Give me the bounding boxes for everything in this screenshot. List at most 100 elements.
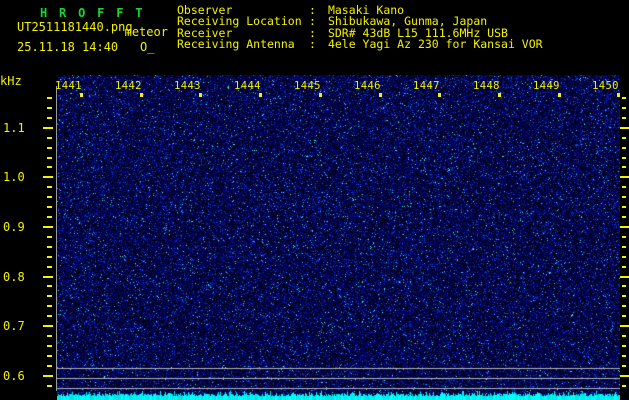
- freq-minor-tick-left: [47, 157, 52, 159]
- time-tick-label: 1444: [234, 80, 261, 92]
- freq-minor-tick-left: [47, 166, 52, 168]
- freq-minor-tick-right: [622, 236, 626, 238]
- app-title: H R O F F T: [40, 6, 145, 20]
- freq-minor-tick-left: [47, 295, 52, 297]
- datetime-label: 25.11.18 14:40: [17, 40, 119, 54]
- freq-minor-tick-right: [622, 196, 626, 198]
- freq-minor-tick-left: [47, 117, 52, 119]
- time-tick-label: 1441: [55, 80, 82, 92]
- minute-tick-mark: [498, 93, 501, 97]
- freq-minor-tick-left: [47, 107, 52, 109]
- freq-minor-tick-left: [47, 345, 52, 347]
- freq-tick-label: 1.0: [3, 170, 25, 184]
- time-tick-label: 1449: [533, 80, 560, 92]
- freq-minor-tick-right: [622, 315, 626, 317]
- minute-tick-mark: [80, 93, 83, 97]
- freq-minor-tick-left: [47, 305, 52, 307]
- freq-minor-tick-right: [622, 335, 626, 337]
- frequency-axis-line: [56, 86, 57, 391]
- freq-minor-tick-right: [622, 355, 626, 357]
- minute-tick-mark: [319, 93, 322, 97]
- freq-minor-tick-left: [47, 385, 52, 387]
- minute-tick-mark: [199, 93, 202, 97]
- freq-tick-label: 0.7: [3, 319, 25, 333]
- info-row-antenna: Receiving Antenna:4ele Yagi Az 230 for K…: [177, 36, 543, 51]
- freq-minor-tick-right: [622, 295, 626, 297]
- freq-minor-tick-right: [622, 365, 626, 367]
- output-filename: UT2511181440.png: [17, 20, 133, 34]
- minute-tick-mark: [438, 93, 441, 97]
- freq-minor-tick-right: [622, 166, 626, 168]
- time-tick-label: 1447: [413, 80, 440, 92]
- freq-minor-tick-left: [47, 186, 52, 188]
- minute-tick-mark: [379, 93, 382, 97]
- freq-minor-tick-right: [622, 186, 626, 188]
- freq-minor-tick-left: [47, 315, 52, 317]
- freq-minor-tick-right: [622, 216, 626, 218]
- freq-minor-tick-left: [47, 147, 52, 149]
- freq-minor-tick-left: [47, 365, 52, 367]
- freq-minor-tick-left: [47, 285, 52, 287]
- freq-tick-label: 0.6: [3, 369, 25, 383]
- time-tick-label: 1450: [592, 80, 619, 92]
- minute-tick-mark: [140, 93, 143, 97]
- time-tick-label: 1445: [294, 80, 321, 92]
- freq-minor-tick-left: [47, 196, 52, 198]
- freq-major-tick-left: [43, 375, 53, 377]
- freq-minor-tick-right: [622, 206, 626, 208]
- freq-minor-tick-right: [622, 285, 626, 287]
- spectrogram-canvas: [57, 75, 620, 400]
- freq-major-tick-left: [43, 127, 53, 129]
- freq-minor-tick-right: [622, 117, 626, 119]
- meteor-mode-label: meteor: [124, 25, 168, 39]
- freq-minor-tick-left: [47, 246, 52, 248]
- time-tick-label: 1448: [473, 80, 500, 92]
- minute-tick-mark: [558, 93, 561, 97]
- freq-minor-tick-right: [622, 137, 626, 139]
- minute-tick-mark: [259, 93, 262, 97]
- freq-minor-tick-left: [47, 216, 52, 218]
- time-tick-label: 1442: [115, 80, 142, 92]
- freq-minor-tick-left: [47, 206, 52, 208]
- freq-minor-tick-right: [622, 345, 626, 347]
- freq-minor-tick-left: [47, 335, 52, 337]
- station-info-block: Observer: Masaki Kano Receiving Location:…: [177, 4, 543, 51]
- freq-minor-tick-right: [622, 305, 626, 307]
- freq-minor-tick-left: [47, 97, 52, 99]
- freq-minor-tick-right: [622, 107, 626, 109]
- time-tick-label: 1446: [354, 80, 381, 92]
- freq-major-tick-right: [620, 276, 629, 278]
- filename-line: UT2511181440.pngmeteor: [17, 20, 168, 39]
- colon: :: [309, 36, 316, 51]
- freq-tick-label: 1.1: [3, 121, 25, 135]
- freq-minor-tick-right: [622, 246, 626, 248]
- freq-minor-tick-left: [47, 256, 52, 258]
- freq-minor-tick-right: [622, 385, 626, 387]
- freq-major-tick-right: [620, 325, 629, 327]
- freq-major-tick-right: [620, 176, 629, 178]
- freq-major-tick-right: [620, 375, 629, 377]
- freq-minor-tick-right: [622, 256, 626, 258]
- freq-major-tick-right: [620, 226, 629, 228]
- freq-minor-tick-left: [47, 355, 52, 357]
- freq-major-tick-left: [43, 325, 53, 327]
- time-tick-label: 1443: [174, 80, 201, 92]
- minute-tick-mark: [617, 93, 620, 97]
- freq-major-tick-left: [43, 276, 53, 278]
- freq-minor-tick-left: [47, 137, 52, 139]
- counter-label: O_: [140, 40, 155, 54]
- freq-tick-label: 0.8: [3, 270, 25, 284]
- freq-minor-tick-right: [622, 97, 626, 99]
- frequency-unit-label: kHz: [0, 74, 22, 88]
- freq-minor-tick-left: [47, 266, 52, 268]
- freq-minor-tick-right: [622, 147, 626, 149]
- antenna-value: 4ele Yagi Az 230 for Kansai VOR: [327, 36, 543, 51]
- hrofft-window: H R O F F T UT2511181440.pngmeteor 25.11…: [0, 0, 629, 400]
- freq-minor-tick-left: [47, 236, 52, 238]
- freq-major-tick-left: [43, 176, 53, 178]
- freq-minor-tick-right: [622, 266, 626, 268]
- freq-minor-tick-right: [622, 157, 626, 159]
- freq-major-tick-left: [43, 226, 53, 228]
- freq-tick-label: 0.9: [3, 220, 25, 234]
- freq-major-tick-right: [620, 127, 629, 129]
